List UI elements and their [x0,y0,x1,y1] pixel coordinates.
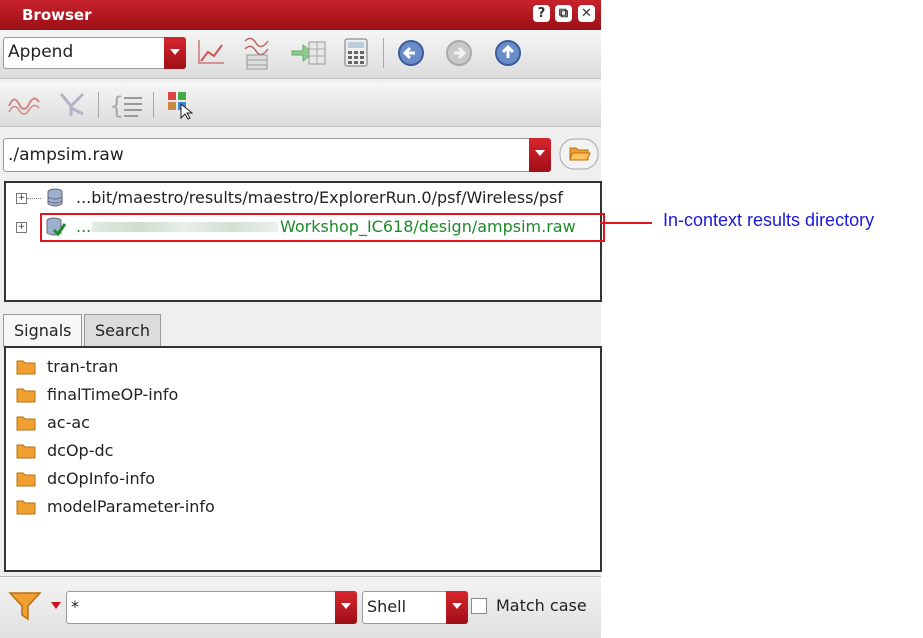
help-button[interactable]: ? [533,5,550,22]
folder-icon [16,472,36,487]
toolbar-separator [153,92,154,118]
chevron-down-icon[interactable] [335,591,357,624]
folder-icon [16,388,36,403]
results-highlight-box [40,213,605,242]
results-path-value: ./ampsim.raw [8,145,124,165]
list-item-label: tran-tran [47,357,119,376]
folder-icon [16,416,36,431]
toolbar-separator [383,38,384,68]
match-case-label: Match case [496,596,587,615]
filter-pattern-value: * [71,597,79,616]
match-case-checkbox[interactable] [471,598,487,614]
expand-icon[interactable]: + [16,193,27,204]
append-mode-select[interactable]: Append [3,37,186,69]
expand-icon[interactable]: + [16,222,27,233]
filter-pattern-input[interactable]: * [66,591,357,624]
toolbar-separator [98,92,99,118]
list-item-label: dcOp-dc [47,441,114,460]
folder-icon [16,444,36,459]
toolbar-secondary: { [0,82,601,127]
select-grid-icon[interactable] [166,90,196,120]
signals-list: tran-tran finalTimeOP-info ac-ac dcOp-dc… [4,346,602,572]
forward-arrow-icon[interactable] [444,38,474,68]
tree-connector [27,198,41,199]
open-folder-button[interactable] [559,138,599,170]
shell-select-value: Shell [367,597,407,616]
float-button[interactable]: ⧉ [555,5,572,22]
chevron-down-icon[interactable] [446,591,468,624]
up-arrow-icon[interactable] [493,38,523,68]
list-item-label: finalTimeOP-info [47,385,179,404]
filter-bar: * Shell Match case [0,576,601,638]
svg-text:{: { [109,92,124,120]
title-bar: Browser ? ⧉ ✕ [0,0,601,30]
expression-icon[interactable]: { [108,90,144,120]
window-title: Browser [22,6,92,24]
append-mode-value: Append [8,42,74,62]
annotation-leader-line [600,222,652,224]
folder-icon [16,360,36,375]
calculator-icon[interactable] [343,38,369,68]
annotation-label: In-context results directory [663,210,875,230]
list-item-label: dcOpInfo-info [47,469,156,488]
list-item-label: modelParameter-info [47,497,215,516]
toolbar-primary: Append [0,30,601,79]
plot-stack-icon[interactable] [242,35,276,71]
browser-panel: Browser ? ⧉ ✕ Append {./ampsim.raw + ..… [0,0,605,638]
back-arrow-icon[interactable] [396,38,426,68]
chevron-down-icon[interactable] [529,138,551,172]
chevron-down-icon[interactable] [164,37,186,69]
waveform-icon[interactable] [8,92,42,116]
tab-search[interactable]: Search [84,314,161,347]
filter-icon[interactable] [8,590,42,622]
tab-signals[interactable]: Signals [3,314,83,347]
browser-tabs: Signals Search [0,308,601,347]
folder-icon [16,500,36,515]
shell-select[interactable]: Shell [362,591,468,624]
branch-icon[interactable] [57,90,89,118]
results-path-select[interactable]: ./ampsim.raw [3,138,551,172]
database-icon [47,188,63,207]
add-to-table-icon[interactable] [291,39,327,67]
results-tree: + ...bit/maestro/results/maestro/Explore… [4,181,605,302]
chevron-down-icon[interactable] [50,601,62,611]
plot-icon[interactable] [196,37,226,67]
close-button[interactable]: ✕ [578,5,595,22]
list-item-label: ac-ac [47,413,90,432]
tree-item-label: ...bit/maestro/results/maestro/ExplorerR… [76,188,563,207]
tree-item[interactable]: + ...bit/maestro/results/maestro/Explore… [6,187,600,209]
